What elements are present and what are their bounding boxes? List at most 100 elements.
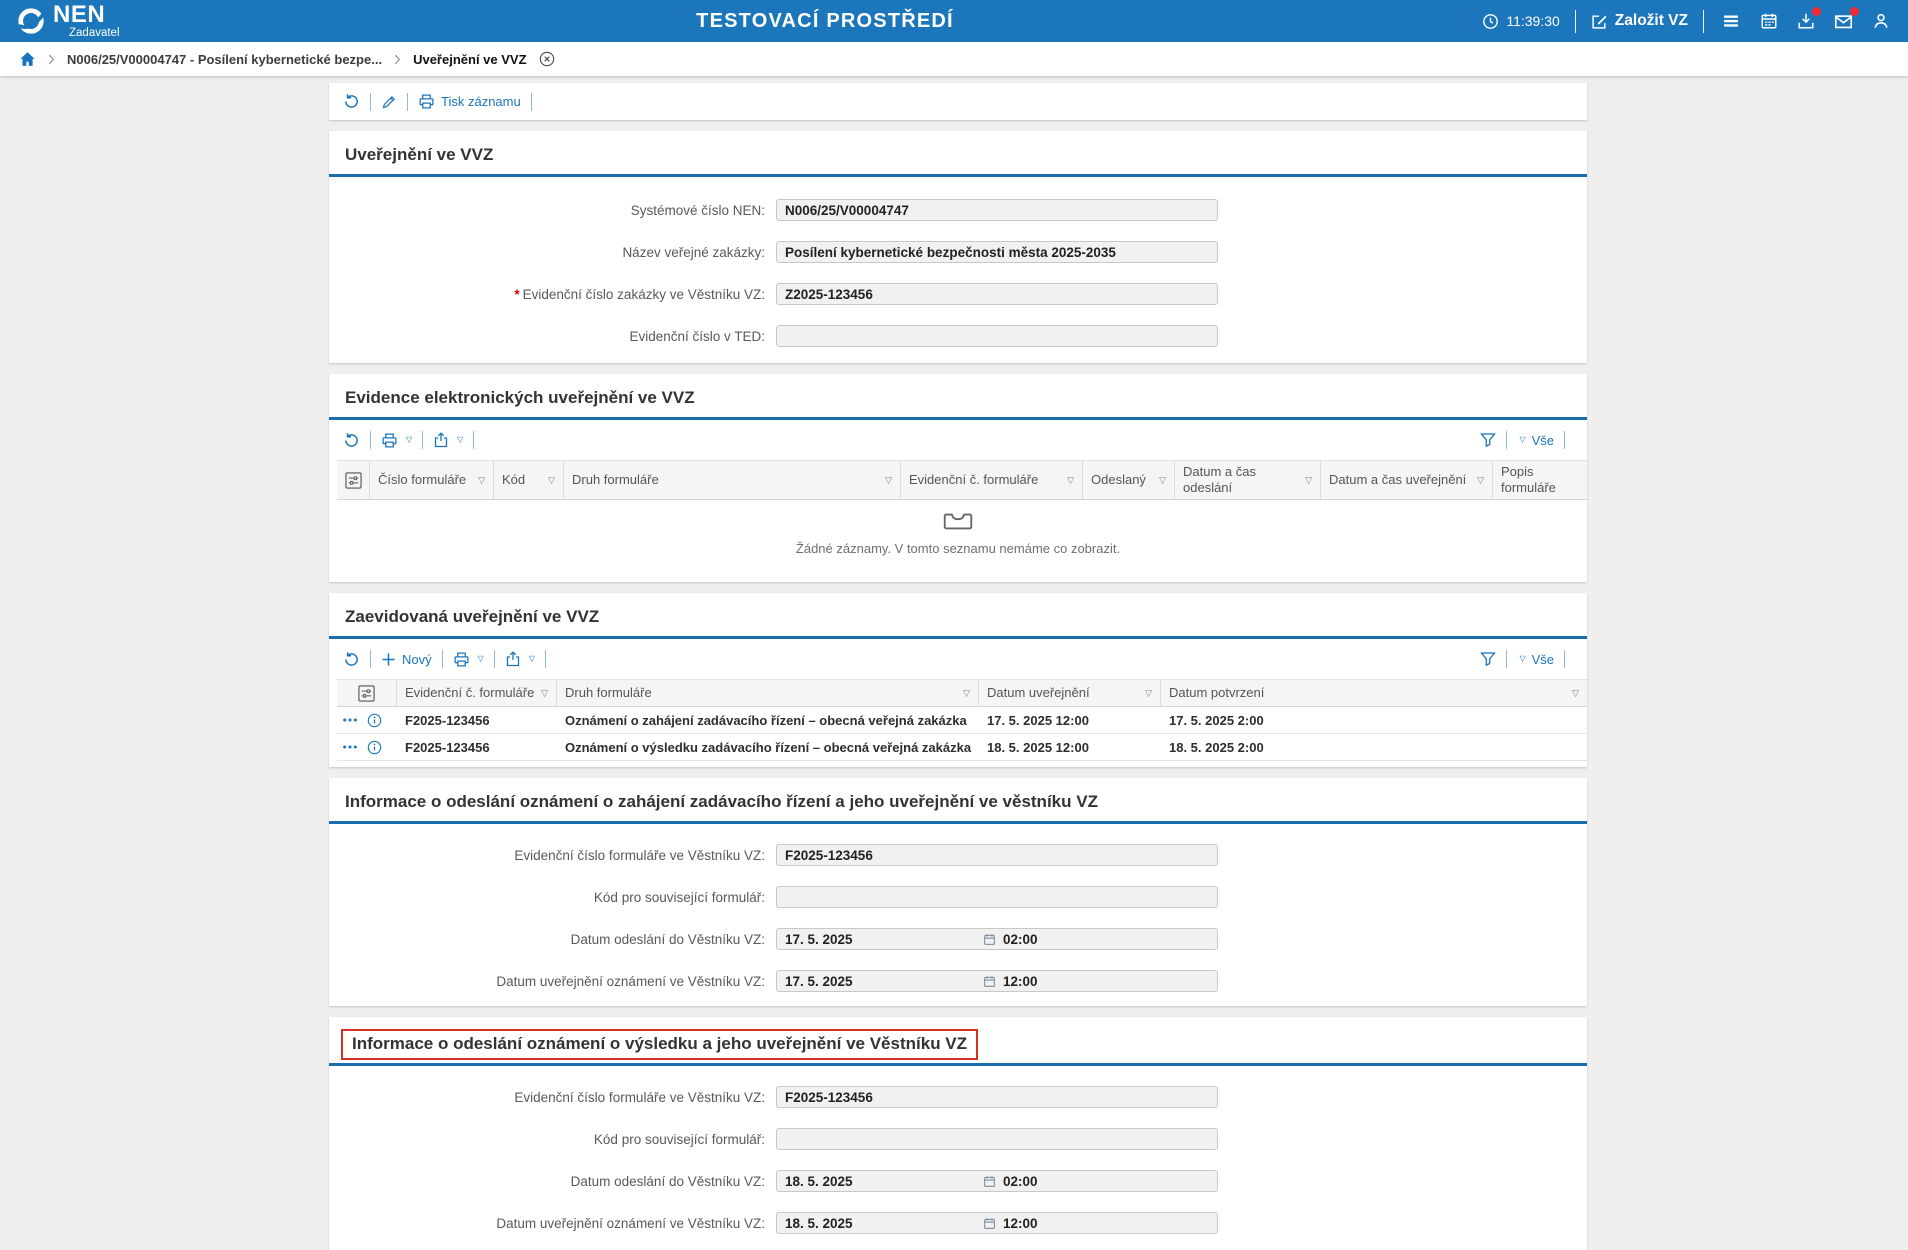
export-menu-button[interactable]: ▽: [505, 651, 535, 667]
field-evidencni-cislo-formulare: Evidenční číslo formuláře ve Věstníku VZ…: [329, 844, 1587, 866]
close-tab-button[interactable]: [539, 51, 555, 67]
col-header-datum-cas-odeslani[interactable]: Datum a čas odeslání▽: [1175, 461, 1321, 499]
export-menu-button[interactable]: ▽: [433, 432, 463, 448]
col-header-datum-uverejneni[interactable]: Datum uveřejnění▽: [979, 680, 1161, 706]
calendar-icon[interactable]: [983, 933, 996, 946]
section-evidence-uverejneni: Evidence elektronických uveřejnění ve VV…: [329, 374, 1587, 582]
filter-triangle-icon[interactable]: ▽: [1067, 475, 1074, 486]
calendar-icon[interactable]: [983, 975, 996, 988]
col-header-druh-formulare[interactable]: Druh formuláře▽: [557, 680, 979, 706]
filter-triangle-icon[interactable]: ▽: [1477, 475, 1484, 486]
datum-uverejneni-input[interactable]: 18. 5. 2025 12:00: [776, 1212, 1218, 1234]
empty-tray-icon: [943, 512, 973, 534]
breadcrumb-item-current[interactable]: Uveřejnění ve VVZ: [413, 52, 526, 67]
export-icon: [433, 432, 449, 448]
column-settings-button[interactable]: [337, 680, 397, 706]
create-vz-button[interactable]: Založit VZ: [1591, 12, 1688, 30]
dropdown-triangle-icon: ▽: [1519, 436, 1525, 444]
header-controls: 11:39:30 Založit VZ: [1482, 9, 1892, 33]
ellipsis-icon: [342, 717, 358, 723]
filter-preset-dropdown[interactable]: ▽ Vše: [1517, 652, 1554, 667]
field-evidencni-cislo-formulare: Evidenční číslo formuláře ve Věstníku VZ…: [329, 1086, 1587, 1108]
row-detail-button[interactable]: [367, 740, 382, 755]
calendar-icon[interactable]: [983, 1175, 996, 1188]
filter-triangle-icon[interactable]: ▽: [1159, 475, 1166, 486]
filter-triangle-icon[interactable]: ▽: [541, 688, 548, 699]
dropdown-triangle-icon: ▽: [529, 655, 535, 663]
filter-triangle-icon[interactable]: ▽: [885, 475, 892, 486]
nen-logo[interactable]: NEN Zadavatel: [16, 3, 120, 40]
section-oznameni-vysledek: Informace o odeslání oznámení o výsledku…: [329, 1017, 1587, 1250]
field-label: Datum uveřejnění oznámení ve Věstníku VZ…: [329, 1216, 776, 1231]
field-datum-uverejneni: Datum uveřejnění oznámení ve Věstníku VZ…: [329, 1212, 1587, 1234]
toolbar-divider: [494, 650, 495, 668]
col-header-kod[interactable]: Kód▽: [494, 461, 564, 499]
kod-souvisejici-input[interactable]: [776, 886, 1218, 908]
col-header-druh-formulare[interactable]: Druh formuláře▽: [564, 461, 901, 499]
print-menu-button[interactable]: ▽: [381, 432, 412, 449]
nazev-zakazky-input[interactable]: Posílení kybernetické bezpečnosti města …: [776, 241, 1218, 263]
filter-triangle-icon[interactable]: ▽: [1145, 688, 1152, 699]
row-menu-button[interactable]: [342, 744, 358, 750]
menu-button[interactable]: [1719, 9, 1743, 33]
profile-button[interactable]: [1870, 10, 1892, 32]
datum-odeslani-input[interactable]: 17. 5. 2025 02:00: [776, 928, 1218, 950]
table-row[interactable]: F2025-123456 Oznámení o zahájení zadávac…: [337, 707, 1587, 734]
required-asterisk: *: [514, 287, 519, 302]
col-header-cislo-formulare[interactable]: Číslo formuláře▽: [370, 461, 494, 499]
printer-icon: [381, 432, 398, 449]
filter-triangle-icon[interactable]: ▽: [1305, 475, 1312, 486]
print-menu-button[interactable]: ▽: [453, 651, 484, 668]
plus-icon: [381, 652, 396, 667]
evidencni-cislo-formulare-input[interactable]: F2025-123456: [776, 844, 1218, 866]
refresh-button[interactable]: [343, 93, 360, 110]
evidencni-cislo-formulare-input[interactable]: F2025-123456: [776, 1086, 1218, 1108]
print-record-button[interactable]: Tisk záznamu: [418, 93, 521, 110]
calendar-icon[interactable]: [983, 1217, 996, 1230]
row-detail-button[interactable]: [367, 713, 382, 728]
col-header-evidencni-c-formulare[interactable]: Evidenční č. formuláře▽: [397, 680, 557, 706]
refresh-icon: [343, 93, 360, 110]
field-label: Evidenční číslo v TED:: [329, 329, 776, 344]
kod-souvisejici-input[interactable]: [776, 1128, 1218, 1150]
filter-triangle-icon[interactable]: ▽: [478, 475, 485, 486]
evidencni-cislo-ted-input[interactable]: [776, 325, 1218, 347]
edit-button[interactable]: [381, 94, 397, 110]
datum-odeslani-input[interactable]: 18. 5. 2025 02:00: [776, 1170, 1218, 1192]
refresh-button[interactable]: [343, 432, 360, 449]
filter-button[interactable]: [1480, 432, 1496, 448]
col-header-popis-formulare[interactable]: Popis formuláře: [1493, 461, 1587, 499]
home-button[interactable]: [19, 51, 36, 68]
datum-uverejneni-input[interactable]: 17. 5. 2025 12:00: [776, 970, 1218, 992]
filter-triangle-icon[interactable]: ▽: [963, 688, 970, 699]
field-datum-uverejneni: Datum uveřejnění oznámení ve Věstníku VZ…: [329, 970, 1587, 992]
filter-triangle-icon[interactable]: ▽: [548, 475, 555, 486]
col-header-datum-potvrzeni[interactable]: Datum potvrzení▽: [1161, 680, 1587, 706]
messages-button[interactable]: [1832, 10, 1855, 33]
field-label: Kód pro související formulář:: [329, 1132, 776, 1147]
table-row[interactable]: F2025-123456 Oznámení o výsledku zadávac…: [337, 734, 1587, 761]
row-menu-button[interactable]: [342, 717, 358, 723]
record-toolbar: Tisk záznamu: [329, 83, 1587, 120]
funnel-icon: [1480, 651, 1496, 667]
evidencni-cislo-vestnik-input[interactable]: Z2025-123456: [776, 283, 1218, 305]
filter-button[interactable]: [1480, 651, 1496, 667]
filter-preset-dropdown[interactable]: ▽ Vše: [1517, 433, 1554, 448]
cell-druh-formulare: Oznámení o zahájení zadávacího řízení – …: [557, 713, 979, 728]
breadcrumb-item-procurement[interactable]: N006/25/V00004747 - Posílení kybernetick…: [67, 52, 382, 67]
systemove-cislo-input[interactable]: N006/25/V00004747: [776, 199, 1218, 221]
col-header-datum-cas-uverejneni[interactable]: Datum a čas uveřejnění▽: [1321, 461, 1493, 499]
filter-triangle-icon[interactable]: ▽: [1572, 688, 1579, 699]
nen-app: NEN Zadavatel TESTOVACÍ PROSTŘEDÍ 11:39:…: [0, 0, 1908, 1227]
downloads-button[interactable]: [1795, 10, 1817, 32]
refresh-button[interactable]: [343, 651, 360, 668]
calendar-button[interactable]: [1758, 10, 1780, 32]
section-title: Uveřejnění ve VVZ: [345, 145, 1587, 165]
col-header-evidencni-c-formulare[interactable]: Evidenční č. formuláře▽: [901, 461, 1083, 499]
column-settings-button[interactable]: [337, 461, 370, 499]
col-header-odeslany[interactable]: Odeslaný▽: [1083, 461, 1175, 499]
section-uverejneni-vvz: Uveřejnění ve VVZ Systémové číslo NEN: N…: [329, 131, 1587, 363]
new-record-button[interactable]: Nový: [381, 652, 432, 667]
cell-datum-potvrzeni: 18. 5. 2025 2:00: [1161, 740, 1587, 755]
toolbar-divider: [473, 431, 474, 449]
